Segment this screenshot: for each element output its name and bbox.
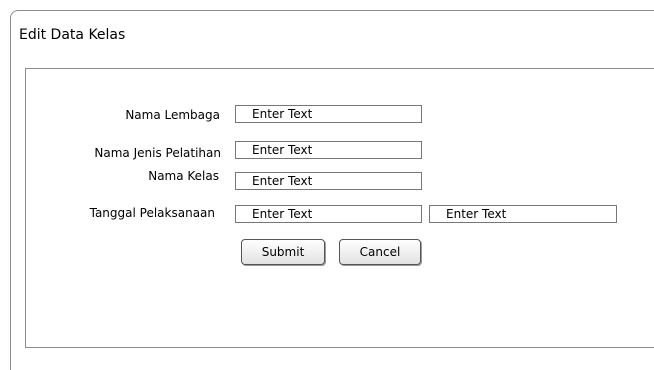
nama-jenis-pelatihan-label: Nama Jenis Pelatihan [94,146,221,160]
nama-lembaga-label: Nama Lembaga [125,108,220,122]
nama-jenis-pelatihan-input[interactable]: Enter Text [235,141,422,159]
submit-button[interactable]: Submit [241,239,325,265]
tanggal-pelaksanaan-start-input[interactable]: Enter Text [235,205,422,223]
tanggal-pelaksanaan-label: Tanggal Pelaksanaan [89,206,215,220]
nama-lembaga-input[interactable]: Enter Text [235,105,422,123]
window-title: Edit Data Kelas [19,27,126,43]
cancel-button[interactable]: Cancel [339,239,421,265]
nama-kelas-label: Nama Kelas [148,169,219,183]
tanggal-pelaksanaan-end-input[interactable]: Enter Text [429,205,617,223]
nama-kelas-input[interactable]: Enter Text [235,172,422,190]
